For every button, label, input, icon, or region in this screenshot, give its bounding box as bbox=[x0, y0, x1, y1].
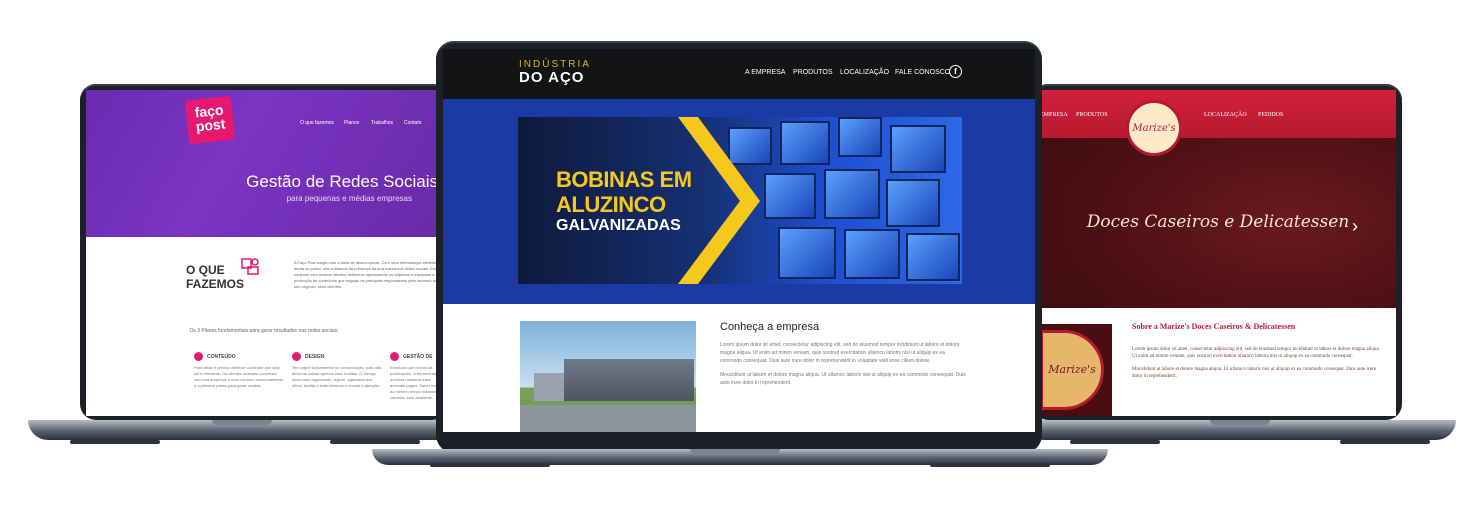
hero-subtitle: para pequenas e médias empresas bbox=[286, 194, 412, 203]
nav-item-produtos[interactable]: PRODUTOS bbox=[1076, 112, 1108, 118]
nav-item-produtos[interactable]: PRODUTOS bbox=[793, 69, 833, 76]
left-laptop-foot bbox=[330, 440, 420, 444]
steel-tube bbox=[778, 227, 836, 279]
right-laptop-foot bbox=[1340, 440, 1430, 444]
steel-tube bbox=[780, 121, 830, 165]
right-laptop-foot bbox=[1070, 440, 1160, 444]
yellow-chevron bbox=[678, 117, 760, 284]
nav-item-fale-conosco[interactable]: FALE CONOSCO bbox=[895, 69, 950, 76]
nav-item-empresa[interactable]: EMPRESA bbox=[1040, 112, 1068, 118]
road bbox=[520, 405, 696, 432]
building-main bbox=[564, 359, 694, 401]
aco-header: INDÚSTRIA DO AÇO A EMPRESA PRODUTOS LOCA… bbox=[443, 49, 1035, 99]
design-icon bbox=[292, 352, 301, 361]
steel-tube bbox=[844, 229, 900, 279]
pillar-title: DESIGN bbox=[305, 353, 325, 360]
faco-post-logo[interactable]: faço post bbox=[184, 95, 236, 145]
about-title: Sobre a Marize's Doces Caseiros & Delica… bbox=[1132, 322, 1296, 331]
about-text: Lorem ipsum dolor sit amet, consectetur … bbox=[720, 341, 968, 387]
banner-line3: GALVANIZADAS bbox=[556, 217, 681, 234]
pillar-text: Tem papel fundamental na comunicação, po… bbox=[292, 365, 382, 388]
steel-tube bbox=[890, 125, 946, 173]
pillar-card: GESTÃO DE Estrutura que mexos da publica… bbox=[390, 352, 442, 401]
pillar-card: DESIGN Tem papel fundamental na comunica… bbox=[292, 352, 382, 389]
marizes-hero: EMPRESA PRODUTOS LOCALIZAÇÃO PEDIDOS Mar… bbox=[1040, 90, 1396, 308]
about-title: Conheça a empresa bbox=[720, 321, 820, 333]
hero-title: Gestão de Redes Sociais bbox=[246, 172, 438, 191]
pillar-text: Para atrair é preciso oferecer conteúdo … bbox=[194, 365, 284, 388]
nav-item-o-que-fazemos[interactable]: O que fazemos bbox=[300, 120, 334, 126]
section-text: A Faço Post surgiu com a ideia de descom… bbox=[294, 260, 441, 289]
industria-do-aco-website: INDÚSTRIA DO AÇO A EMPRESA PRODUTOS LOCA… bbox=[443, 49, 1035, 432]
center-laptop-foot bbox=[930, 463, 1050, 467]
pillar-title: CONTEÚDO bbox=[207, 353, 236, 360]
marizes-logo[interactable]: Marize's bbox=[1126, 100, 1182, 156]
section-title: O QUE FAZEMOS bbox=[186, 263, 244, 291]
about-text: Lorem ipsum dolor sit amet, consectetur … bbox=[1132, 346, 1382, 380]
pillars-title: Os 3 Pilares fundamentais para gerar res… bbox=[189, 328, 339, 334]
pillar-text: Estrutura que mexos da publicações. A fe… bbox=[390, 365, 440, 400]
hero-title: Doces Caseiros e Delicatessen bbox=[1086, 212, 1350, 232]
about-paragraph: Mncididunt ut labore et dolore magna ali… bbox=[1132, 367, 1376, 379]
marizes-product-image: Marize's bbox=[1040, 324, 1112, 416]
about-paragraph: Lorem ipsum dolor sit amet, consectetur … bbox=[1132, 347, 1380, 359]
marizes-label-image: Marize's bbox=[1040, 330, 1104, 410]
chevron-right-icon[interactable]: › bbox=[1352, 216, 1358, 237]
pillar-card: CONTEÚDO Para atrair é preciso oferecer … bbox=[194, 352, 284, 389]
section-title-line1: O QUE bbox=[186, 263, 225, 277]
steel-tube bbox=[886, 179, 940, 227]
aco-hero: BOBINAS EM ALUZINCO GALVANIZADAS bbox=[443, 99, 1035, 304]
left-laptop-notch bbox=[212, 420, 272, 425]
banner-line1: BOBINAS EM bbox=[556, 167, 692, 192]
company-building-photo bbox=[520, 321, 696, 432]
right-laptop-notch bbox=[1210, 420, 1270, 425]
nav-item-contato[interactable]: Contato bbox=[404, 120, 422, 126]
left-laptop-foot bbox=[70, 440, 160, 444]
pillar-title: GESTÃO DE bbox=[403, 353, 433, 360]
faco-hero: faço post O que fazemos Planos Trabalhos… bbox=[86, 90, 442, 237]
facebook-icon[interactable]: f bbox=[949, 65, 962, 78]
about-paragraph: Mnociditunt ut labore et dolore magna al… bbox=[720, 372, 966, 386]
steel-tube bbox=[764, 173, 816, 219]
nav-item-planos[interactable]: Planos bbox=[344, 120, 359, 126]
section-title-line2: FAZEMOS bbox=[186, 277, 245, 291]
about-paragraph: Lorem ipsum dolor sit amet, consectetur … bbox=[720, 342, 960, 364]
marizes-website: EMPRESA PRODUTOS LOCALIZAÇÃO PEDIDOS Mar… bbox=[1040, 90, 1396, 416]
social-media-icon bbox=[241, 258, 259, 275]
nav-item-trabalhos[interactable]: Trabalhos bbox=[371, 120, 393, 126]
steel-tube bbox=[824, 169, 880, 219]
center-laptop-notch bbox=[690, 449, 780, 454]
steel-tube bbox=[838, 117, 882, 157]
nav-item-localizacao[interactable]: LOCALIZAÇÃO bbox=[1204, 112, 1247, 118]
nav-item-a-empresa[interactable]: A EMPRESA bbox=[745, 69, 785, 76]
banner-line2: ALUZINCO bbox=[556, 192, 666, 217]
management-icon bbox=[390, 352, 399, 361]
product-banner[interactable]: BOBINAS EM ALUZINCO GALVANIZADAS bbox=[518, 117, 962, 284]
steel-tube bbox=[906, 233, 960, 281]
content-icon bbox=[194, 352, 203, 361]
brand-logo[interactable]: DO AÇO bbox=[519, 69, 584, 86]
nav-item-localizacao[interactable]: LOCALIZAÇÃO bbox=[840, 69, 889, 76]
faco-post-website: faço post O que fazemos Planos Trabalhos… bbox=[86, 90, 442, 416]
nav-item-pedidos[interactable]: PEDIDOS bbox=[1258, 112, 1283, 118]
center-laptop-foot bbox=[430, 463, 550, 467]
